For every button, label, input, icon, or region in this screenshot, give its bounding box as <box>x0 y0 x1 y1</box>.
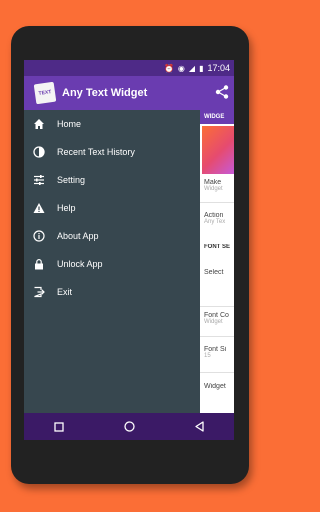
bg-row-font-size[interactable]: Font Si 15 <box>204 346 234 359</box>
drawer-item-label: Setting <box>57 175 86 185</box>
drawer-item-exit[interactable]: Exit <box>24 278 200 306</box>
background-content: WIDGE Make Widget Action Any Tex FONT SE S… <box>200 110 234 413</box>
lock-icon <box>32 257 46 271</box>
warning-icon <box>32 201 46 215</box>
home-button[interactable] <box>109 413 149 440</box>
alarm-icon: ⏰ <box>163 63 174 73</box>
home-icon <box>32 117 46 131</box>
tab-widget[interactable]: WIDGE <box>200 110 234 124</box>
screen: ⏰ ◉ ◢ ▮ 17:04 TEXT Any Text Widget WIDGE… <box>24 60 234 413</box>
app-bar: TEXT Any Text Widget <box>24 76 234 110</box>
preview-card <box>202 126 234 174</box>
drawer-item-unlock[interactable]: Unlock App <box>24 250 200 278</box>
drawer-item-label: Help <box>57 203 76 213</box>
share-icon[interactable] <box>214 84 230 100</box>
info-icon <box>32 229 46 243</box>
app-title: Any Text Widget <box>62 87 148 99</box>
drawer-item-label: About App <box>57 231 99 241</box>
drawer-item-label: Unlock App <box>57 259 103 269</box>
bg-section-font: FONT SE <box>204 244 231 250</box>
battery-icon: ▮ <box>199 63 204 73</box>
recents-button[interactable] <box>39 413 79 440</box>
drawer-item-label: Exit <box>57 287 73 297</box>
signal-icon: ◢ <box>188 63 196 73</box>
drawer-item-home[interactable]: Home <box>24 110 200 138</box>
status-bar: ⏰ ◉ ◢ ▮ 17:04 <box>24 60 234 76</box>
app-logo: TEXT <box>33 81 57 105</box>
home-circle-icon <box>123 421 135 432</box>
settings-sliders-icon <box>32 173 46 187</box>
navigation-drawer: Home Recent Text History Setting Help Ab… <box>24 110 200 413</box>
bg-row-select[interactable]: Select <box>204 269 234 276</box>
bg-row-make[interactable]: Make Widget <box>204 179 234 192</box>
app-logo-text: TEXT <box>38 89 52 97</box>
history-icon <box>32 145 46 159</box>
back-button[interactable] <box>179 413 219 440</box>
bg-row-font-color[interactable]: Font Co Widget <box>204 312 234 325</box>
status-time: 17:04 <box>207 63 230 73</box>
exit-icon <box>32 285 46 299</box>
bg-row-action[interactable]: Action Any Tex <box>204 212 234 225</box>
back-triangle-icon <box>194 421 204 432</box>
bg-row-widget[interactable]: Widget <box>204 383 234 390</box>
system-nav-bar <box>24 413 234 440</box>
drawer-item-label: Home <box>57 119 82 129</box>
drawer-item-help[interactable]: Help <box>24 194 200 222</box>
data-saver-icon: ◉ <box>177 63 185 73</box>
drawer-item-label: Recent Text History <box>57 147 135 157</box>
drawer-item-setting[interactable]: Setting <box>24 166 200 194</box>
drawer-item-about[interactable]: About App <box>24 222 200 250</box>
recents-icon <box>54 421 64 432</box>
drawer-item-recent-history[interactable]: Recent Text History <box>24 138 200 166</box>
